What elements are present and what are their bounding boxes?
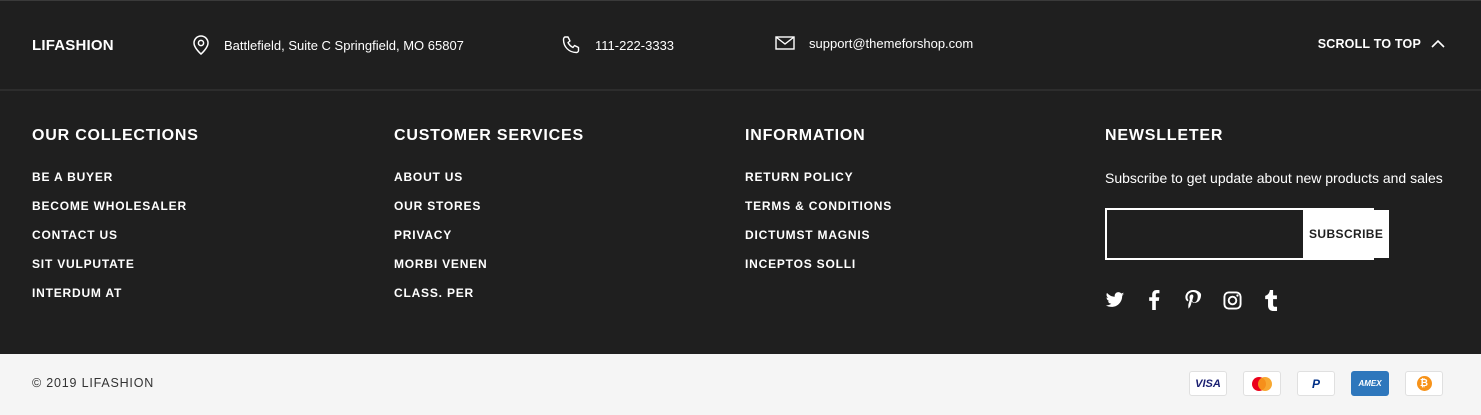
footer-link[interactable]: TERMS & CONDITIONS [745, 199, 892, 228]
paypal-label: P [1311, 376, 1320, 391]
brand-logo[interactable]: LIFASHION [32, 37, 114, 54]
column-title: INFORMATION [745, 127, 866, 144]
footer-link[interactable]: SIT VULPUTATE [32, 257, 199, 286]
amex-icon: AMEX [1351, 371, 1389, 396]
visa-label: VISA [1195, 377, 1221, 390]
facebook-icon[interactable] [1144, 290, 1164, 310]
address-text: Battlefield, Suite C Springfield, MO 658… [224, 37, 464, 53]
top-divider [0, 89, 1481, 91]
copyright-text: © 2019 LIFASHION [32, 376, 155, 390]
address-contact: Battlefield, Suite C Springfield, MO 658… [192, 35, 464, 55]
phone-icon [562, 36, 580, 54]
footer-column-customer-services: CUSTOMER SERVICES ABOUT US OUR STORES PR… [394, 126, 584, 315]
footer-link[interactable]: PRIVACY [394, 228, 584, 257]
subscribe-button[interactable]: SUBSCRIBE [1303, 210, 1390, 258]
footer-link[interactable]: CLASS. PER [394, 286, 584, 315]
footer-link[interactable]: DICTUMST MAGNIS [745, 228, 892, 257]
footer-link[interactable]: OUR STORES [394, 199, 584, 228]
newsletter-email-input[interactable] [1107, 210, 1303, 258]
phone-text[interactable]: 111-222-3333 [595, 38, 674, 53]
tumblr-icon[interactable] [1261, 289, 1281, 311]
footer-link[interactable]: INTERDUM AT [32, 286, 199, 315]
instagram-icon[interactable] [1222, 290, 1242, 310]
footer-link[interactable]: ABOUT US [394, 170, 584, 199]
column-title: CUSTOMER SERVICES [394, 127, 584, 144]
pinterest-icon[interactable] [1183, 290, 1203, 310]
newsletter-section: NEWSLLETER Subscribe to get update about… [1105, 126, 1443, 311]
footer-link[interactable]: BE A BUYER [32, 170, 199, 199]
amex-label: AMEX [1358, 379, 1382, 388]
subscribe-form: SUBSCRIBE [1105, 208, 1390, 260]
footer-top-bar: LIFASHION Battlefield, Suite C Springfie… [0, 0, 1481, 91]
footer-link[interactable]: BECOME WHOLESALER [32, 199, 199, 228]
mastercard-icon [1243, 371, 1281, 396]
location-pin-icon [193, 35, 209, 55]
scroll-to-top-label: SCROLL TO TOP [1317, 37, 1421, 51]
mail-icon [775, 36, 795, 50]
newsletter-description: Subscribe to get update about new produc… [1105, 170, 1443, 186]
footer-column-information: INFORMATION RETURN POLICY TERMS & CONDIT… [745, 126, 892, 286]
bitcoin-icon: ₿ [1405, 371, 1443, 396]
footer-link[interactable]: RETURN POLICY [745, 170, 892, 199]
twitter-icon[interactable] [1105, 290, 1125, 310]
scroll-to-top-button[interactable]: SCROLL TO TOP [1318, 37, 1445, 51]
paypal-icon: P [1297, 371, 1335, 396]
phone-contact: 111-222-3333 [561, 35, 674, 55]
social-links [1105, 289, 1443, 311]
chevron-up-icon [1431, 39, 1445, 48]
footer-bottom-bar: © 2019 LIFASHION VISA P AMEX ₿ [0, 354, 1481, 415]
email-text[interactable]: support@themeforshop.com [809, 36, 973, 51]
bitcoin-label: ₿ [1416, 376, 1432, 391]
email-contact: support@themeforshop.com [775, 35, 973, 51]
newsletter-title: NEWSLLETER [1105, 127, 1224, 144]
footer-link[interactable]: INCEPTOS SOLLI [745, 257, 892, 286]
column-title: OUR COLLECTIONS [32, 127, 199, 144]
footer-link[interactable]: CONTACT US [32, 228, 199, 257]
visa-icon: VISA [1189, 371, 1227, 396]
footer-column-collections: OUR COLLECTIONS BE A BUYER BECOME WHOLES… [32, 126, 199, 315]
footer-link[interactable]: MORBI VENEN [394, 257, 584, 286]
